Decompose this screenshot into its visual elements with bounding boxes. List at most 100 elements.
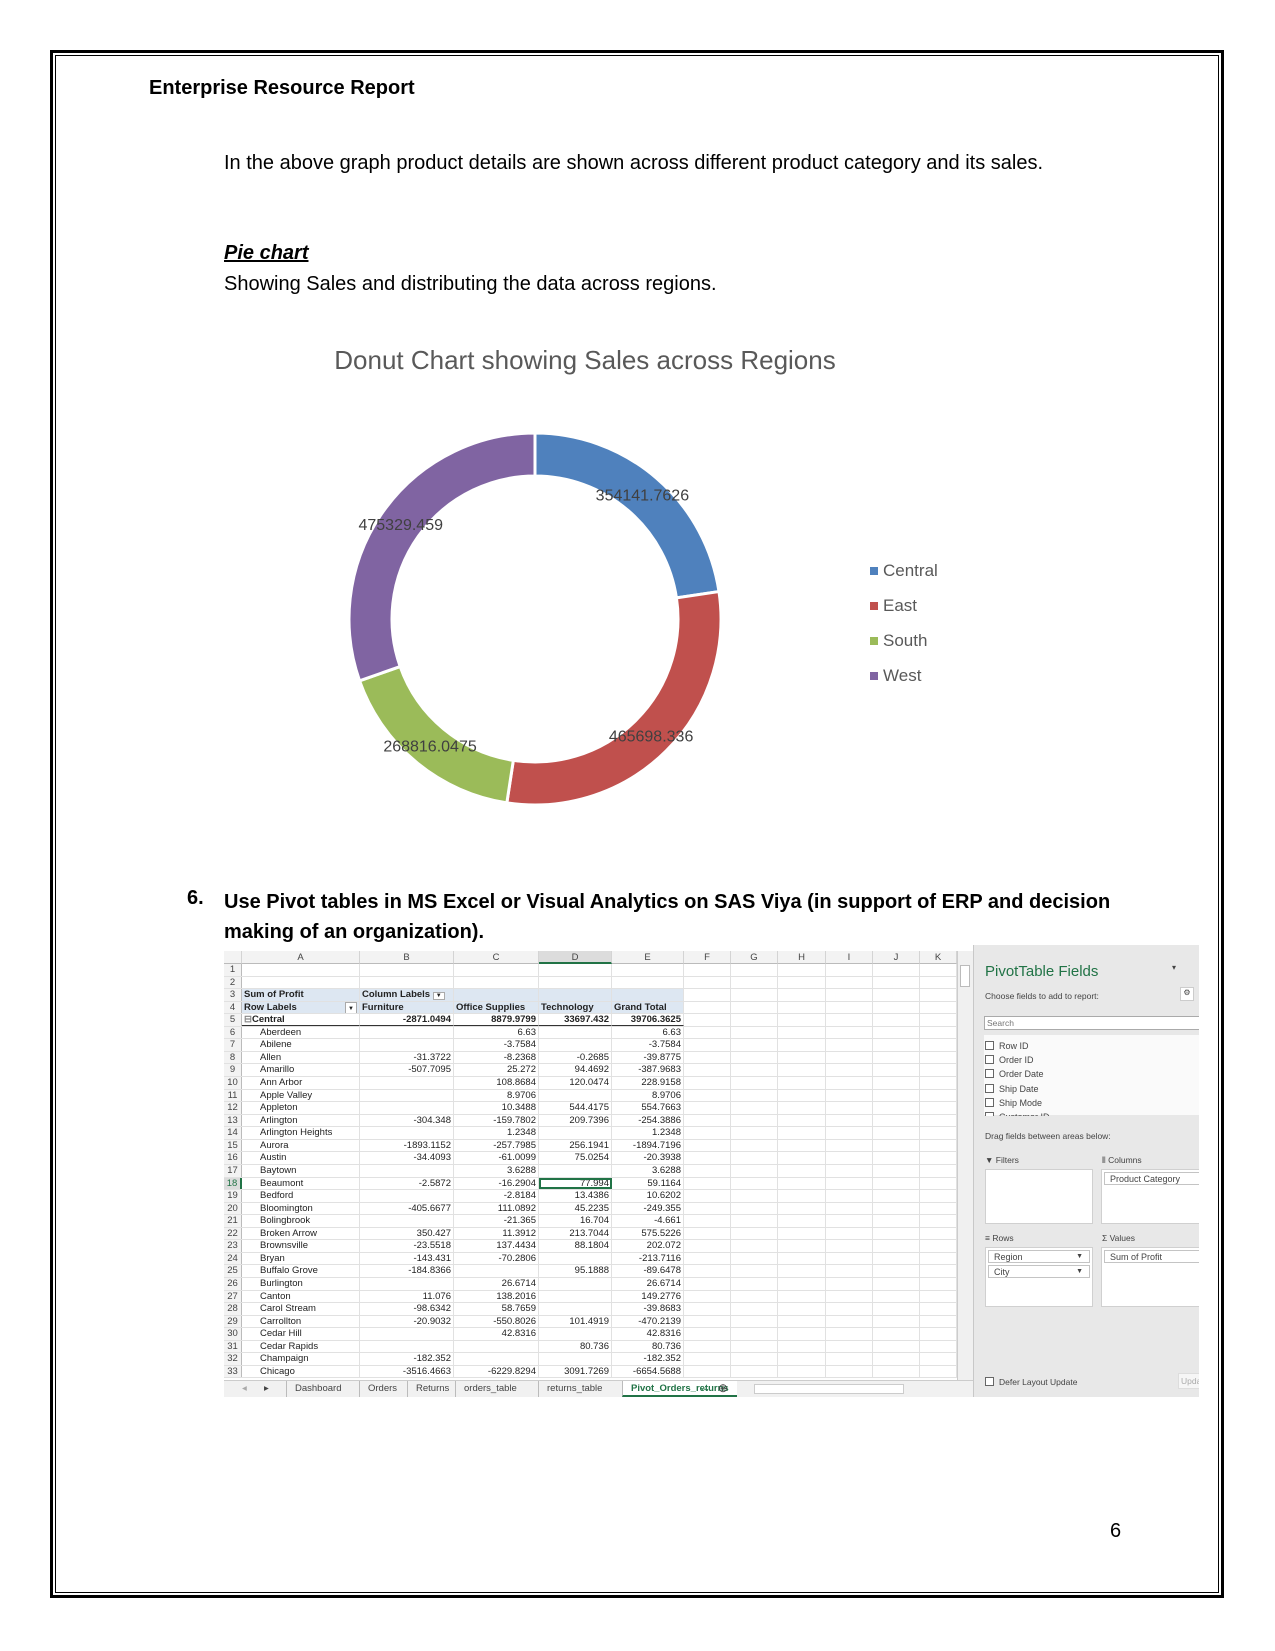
field-order-id[interactable]: Order ID: [985, 1054, 1034, 1067]
value-cell[interactable]: -470.2139: [612, 1315, 684, 1328]
value-cell[interactable]: -182.352: [360, 1353, 454, 1365]
cell[interactable]: [920, 1001, 957, 1014]
cell[interactable]: [920, 1227, 957, 1240]
cell[interactable]: [920, 1089, 957, 1102]
row-header[interactable]: 33: [224, 1365, 242, 1378]
value-cell[interactable]: [539, 1353, 612, 1365]
panel-options-icon[interactable]: ▾: [1172, 963, 1176, 972]
value-cell[interactable]: [539, 1303, 612, 1315]
cell[interactable]: [731, 1240, 778, 1252]
value-cell[interactable]: 111.0892: [454, 1202, 539, 1215]
row-header[interactable]: 1: [224, 964, 242, 976]
row-header[interactable]: 32: [224, 1353, 242, 1365]
value-cell[interactable]: -3.7584: [612, 1039, 684, 1051]
value-cell[interactable]: 59.1164: [612, 1177, 684, 1190]
value-cell[interactable]: 1.2348: [454, 1127, 539, 1139]
value-cell[interactable]: -249.355: [612, 1202, 684, 1215]
cell[interactable]: [731, 1215, 778, 1227]
cell[interactable]: [920, 964, 957, 976]
cell[interactable]: [360, 964, 454, 976]
column-header-k[interactable]: K: [920, 951, 957, 964]
cell[interactable]: [242, 964, 360, 976]
cell[interactable]: [731, 1114, 778, 1127]
city-label[interactable]: Appleton: [242, 1102, 360, 1114]
cell[interactable]: [873, 1114, 920, 1127]
value-cell[interactable]: [360, 1039, 454, 1051]
cell[interactable]: [778, 989, 826, 1001]
value-cell[interactable]: -2.8184: [454, 1190, 539, 1202]
value-cell[interactable]: 8879.9799: [454, 1014, 539, 1026]
cell[interactable]: [826, 1303, 873, 1315]
value-cell[interactable]: 16.704: [539, 1215, 612, 1227]
cell[interactable]: [684, 1164, 731, 1177]
collapse-icon[interactable]: ⊟: [244, 1014, 252, 1025]
cell[interactable]: Row Labels ▼: [242, 1001, 360, 1014]
value-cell[interactable]: 26.6714: [612, 1278, 684, 1290]
cell[interactable]: [920, 976, 957, 989]
cell[interactable]: [684, 1190, 731, 1202]
field-customer-id[interactable]: Customer ID: [985, 1111, 1050, 1116]
cell[interactable]: [684, 1064, 731, 1077]
value-cell[interactable]: [539, 1278, 612, 1290]
value-cell[interactable]: 554.7663: [612, 1102, 684, 1114]
value-cell[interactable]: [539, 1252, 612, 1265]
cell[interactable]: [360, 976, 454, 989]
column-header-g[interactable]: G: [731, 951, 778, 964]
row-header[interactable]: 12: [224, 1102, 242, 1114]
cell[interactable]: [826, 1227, 873, 1240]
field-checkbox[interactable]: [985, 1112, 994, 1116]
cell[interactable]: [731, 964, 778, 976]
row-header[interactable]: 20: [224, 1202, 242, 1215]
row-header[interactable]: 5: [224, 1014, 242, 1026]
value-cell[interactable]: -507.7095: [360, 1064, 454, 1077]
cell[interactable]: [684, 1353, 731, 1365]
cell[interactable]: [873, 1051, 920, 1064]
cell[interactable]: [826, 1127, 873, 1139]
city-label[interactable]: Carol Stream: [242, 1303, 360, 1315]
cell[interactable]: [778, 1315, 826, 1328]
cell[interactable]: [684, 1114, 731, 1127]
cell[interactable]: [920, 1303, 957, 1315]
value-cell[interactable]: 11.076: [360, 1290, 454, 1303]
value-cell[interactable]: [539, 1164, 612, 1177]
cell[interactable]: [920, 1114, 957, 1127]
value-cell[interactable]: -182.352: [612, 1353, 684, 1365]
value-cell[interactable]: 3.6288: [454, 1164, 539, 1177]
cell[interactable]: [873, 1252, 920, 1265]
filters-area[interactable]: [985, 1169, 1093, 1224]
cell[interactable]: [684, 1365, 731, 1378]
value-cell[interactable]: -2.5872: [360, 1177, 454, 1190]
row-header[interactable]: 22: [224, 1227, 242, 1240]
field-search-input[interactable]: [984, 1016, 1199, 1030]
cell[interactable]: [539, 964, 612, 976]
row-header[interactable]: 17: [224, 1164, 242, 1177]
cell[interactable]: [873, 1077, 920, 1089]
cell[interactable]: [920, 1164, 957, 1177]
cell[interactable]: [684, 1001, 731, 1014]
cell[interactable]: [920, 1152, 957, 1164]
field-checkbox[interactable]: [985, 1083, 994, 1093]
cell[interactable]: [920, 1315, 957, 1328]
cell[interactable]: [778, 1202, 826, 1215]
field-checkbox[interactable]: [985, 1041, 994, 1050]
value-cell[interactable]: [454, 1353, 539, 1365]
cell[interactable]: [684, 989, 731, 1001]
column-filter-dropdown-icon[interactable]: ▼: [432, 992, 445, 1001]
cell[interactable]: [454, 989, 539, 1001]
cell[interactable]: [684, 1177, 731, 1190]
value-cell[interactable]: [360, 1340, 454, 1353]
cell[interactable]: [778, 1177, 826, 1190]
value-cell[interactable]: -61.0099: [454, 1152, 539, 1164]
cell[interactable]: [920, 989, 957, 1001]
cell[interactable]: [684, 1340, 731, 1353]
cell[interactable]: [920, 1102, 957, 1114]
cell[interactable]: [920, 1290, 957, 1303]
value-cell[interactable]: -16.2904: [454, 1177, 539, 1190]
field-checkbox[interactable]: [985, 1055, 994, 1065]
cell[interactable]: [826, 1051, 873, 1064]
city-label[interactable]: Cedar Rapids: [242, 1340, 360, 1353]
cell[interactable]: [684, 964, 731, 976]
cell[interactable]: [873, 1215, 920, 1227]
category-header[interactable]: Furniture: [360, 1001, 454, 1014]
column-header-d[interactable]: D: [539, 951, 612, 964]
